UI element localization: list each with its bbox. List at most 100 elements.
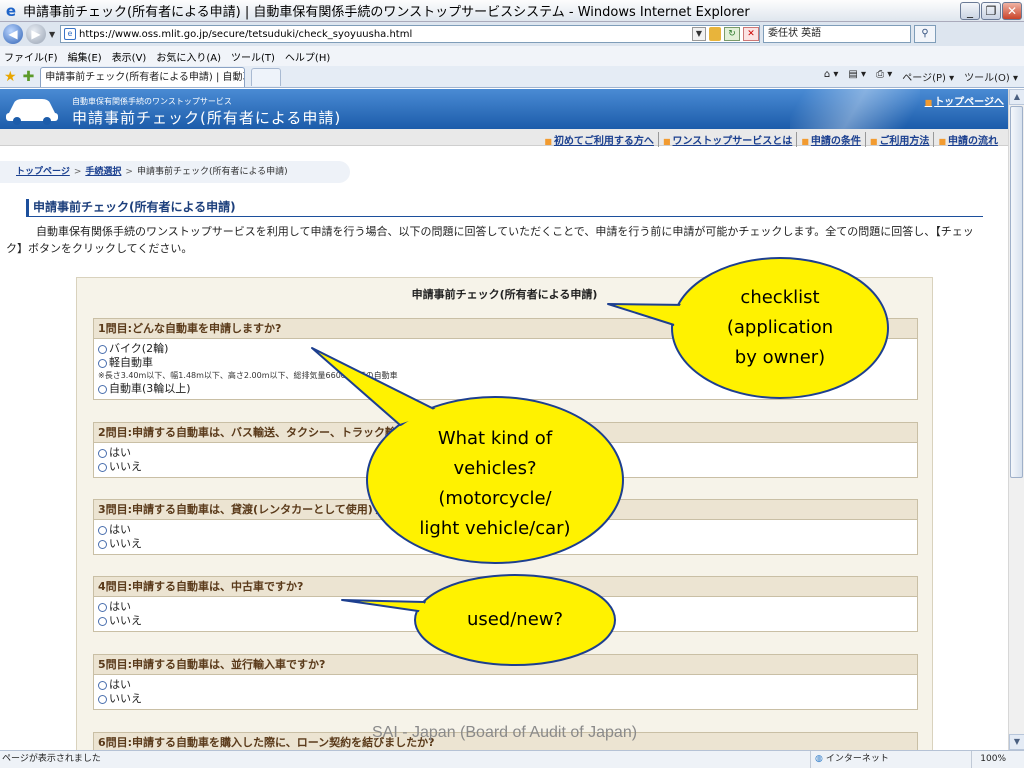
address-toolbar: ◀ ▶ ▼ e https://www.oss.mlit.go.jp/secur… bbox=[0, 22, 1024, 46]
minimize-button[interactable]: _ bbox=[960, 1, 980, 20]
site-subtitle: 自動車保有関係手続のワンストップサービス bbox=[72, 97, 232, 106]
menu-favorites[interactable]: お気に入り(A) bbox=[156, 49, 221, 64]
breadcrumb-separator-icon: > bbox=[73, 167, 82, 177]
breadcrumb: トップページ > 手続選択 > 申請事前チェック(所有者による申請) bbox=[0, 161, 350, 183]
option-label: 軽自動車 bbox=[109, 356, 153, 369]
breadcrumb-separator-icon: > bbox=[125, 167, 133, 177]
status-text: ページが表示されました bbox=[2, 754, 101, 764]
address-field[interactable]: e https://www.oss.mlit.go.jp/secure/tets… bbox=[60, 25, 760, 43]
callout-line: vehicles? bbox=[453, 458, 537, 479]
breadcrumb-current: 申請事前チェック(所有者による申請) bbox=[136, 167, 288, 177]
question-label: 5問目:申請する自動車は、並行輸入車ですか? bbox=[94, 655, 917, 675]
callout-checklist-text: checklist (application by owner) bbox=[690, 283, 870, 373]
scroll-down-icon[interactable]: ▼ bbox=[1009, 734, 1024, 750]
menu-help[interactable]: ヘルプ(H) bbox=[285, 49, 330, 64]
callout-line: (motorcycle/ bbox=[438, 488, 552, 509]
search-input[interactable]: 委任状 英語 bbox=[763, 25, 911, 43]
maximize-button[interactable]: ❐ bbox=[981, 1, 1001, 20]
subnav-flow[interactable]: 申請の流れ bbox=[933, 132, 1002, 147]
menu-tools[interactable]: ツール(T) bbox=[231, 49, 275, 64]
option-label: いいえ bbox=[109, 614, 142, 627]
ie-logo-icon: e bbox=[5, 1, 17, 20]
menu-view[interactable]: 表示(V) bbox=[112, 49, 147, 64]
radio-light-vehicle[interactable] bbox=[98, 358, 107, 368]
history-dropdown-icon[interactable]: ▼ bbox=[49, 30, 57, 39]
intro-text: 自動車保有関係手続のワンストップサービスを利用して申請を行う場合、以下の問題に回… bbox=[6, 225, 974, 255]
callout-vehicles-text: What kind of vehicles? (motorcycle/ ligh… bbox=[395, 424, 595, 544]
subnav-conditions[interactable]: 申請の条件 bbox=[796, 132, 865, 147]
menu-file[interactable]: ファイル(F) bbox=[4, 49, 58, 64]
car-logo-icon bbox=[6, 99, 58, 125]
status-bar: ページが表示されました インターネット 100% bbox=[0, 750, 1024, 768]
subnav-about[interactable]: ワンストップサービスとは bbox=[657, 132, 796, 147]
breadcrumb-home[interactable]: トップページ bbox=[16, 167, 70, 177]
option-label: 自動車(3輪以上) bbox=[109, 382, 191, 395]
radio-no[interactable] bbox=[98, 694, 107, 704]
menu-bar: ファイル(F) 編集(E) 表示(V) お気に入り(A) ツール(T) ヘルプ(… bbox=[0, 46, 1024, 66]
header-decoration bbox=[790, 89, 920, 129]
zoom-level[interactable]: 100% bbox=[971, 751, 1024, 768]
option-label: はい bbox=[109, 523, 131, 536]
radio-no[interactable] bbox=[98, 616, 107, 626]
scroll-up-icon[interactable]: ▲ bbox=[1009, 89, 1024, 105]
radio-car[interactable] bbox=[98, 384, 107, 394]
option-label: はい bbox=[109, 678, 131, 691]
radio-motorcycle[interactable] bbox=[98, 344, 107, 354]
breadcrumb-step[interactable]: 手続選択 bbox=[85, 167, 121, 177]
callout-line: (application bbox=[726, 317, 834, 338]
subnav-usage[interactable]: ご利用方法 bbox=[864, 132, 934, 147]
subnav-first-time[interactable]: 初めてご利用する方へ bbox=[540, 132, 658, 147]
option-label: はい bbox=[109, 446, 131, 459]
radio-no[interactable] bbox=[98, 539, 107, 549]
forward-button[interactable]: ▶ bbox=[26, 24, 46, 44]
page-viewport: 自動車保有関係手続のワンストップサービス 申請事前チェック(所有者による申請) … bbox=[0, 89, 1008, 750]
page-icon: e bbox=[64, 28, 76, 40]
vertical-scrollbar[interactable]: ▲ ▼ bbox=[1008, 89, 1024, 750]
tools-menu[interactable]: ツール(O) ▾ bbox=[964, 69, 1018, 84]
refresh-button[interactable]: ↻ bbox=[724, 27, 740, 41]
callout-line: light vehicle/car) bbox=[419, 518, 571, 539]
window-titlebar: e 申請事前チェック(所有者による申請) | 自動車保有関係手続のワンストップサ… bbox=[0, 0, 1024, 22]
window-title: 申請事前チェック(所有者による申請) | 自動車保有関係手続のワンストップサービ… bbox=[23, 5, 750, 20]
feeds-icon[interactable]: ▤ ▾ bbox=[848, 69, 866, 84]
radio-yes[interactable] bbox=[98, 525, 107, 535]
option-label: いいえ bbox=[109, 537, 142, 550]
site-title: 申請事前チェック(所有者による申請) bbox=[72, 109, 342, 127]
stop-button[interactable]: ✕ bbox=[743, 27, 759, 41]
tab-bar: ★ ✚ 申請事前チェック(所有者による申請) | 自動車... ⌂ ▾ ▤ ▾ … bbox=[0, 66, 1024, 88]
back-button[interactable]: ◀ bbox=[3, 24, 23, 44]
question-label: 4問目:申請する自動車は、中古車ですか? bbox=[94, 577, 917, 597]
page-heading: 申請事前チェック(所有者による申請) bbox=[26, 199, 983, 217]
callout-line: What kind of bbox=[437, 428, 553, 449]
menu-edit[interactable]: 編集(E) bbox=[68, 49, 102, 64]
option-label: はい bbox=[109, 600, 131, 613]
url-text[interactable]: https://www.oss.mlit.go.jp/secure/tetsud… bbox=[79, 29, 689, 40]
browser-tab[interactable]: 申請事前チェック(所有者による申請) | 自動車... bbox=[40, 66, 246, 87]
site-header: 自動車保有関係手続のワンストップサービス 申請事前チェック(所有者による申請) … bbox=[0, 89, 1008, 129]
new-tab-button[interactable] bbox=[251, 67, 282, 86]
subnav: 初めてご利用する方へ ワンストップサービスとは 申請の条件 ご利用方法 申請の流… bbox=[540, 132, 1002, 147]
radio-yes[interactable] bbox=[98, 680, 107, 690]
radio-yes[interactable] bbox=[98, 448, 107, 458]
internet-zone: インターネット bbox=[810, 751, 940, 768]
callout-line: by owner) bbox=[734, 347, 826, 368]
watermark-text: SAI - Japan (Board of Audit of Japan) bbox=[372, 724, 638, 741]
home-icon[interactable]: ⌂ ▾ bbox=[824, 69, 839, 84]
top-page-link[interactable]: トップページへ bbox=[925, 93, 1004, 108]
lock-icon[interactable] bbox=[709, 27, 721, 41]
callout-used-text: used/new? bbox=[435, 605, 595, 635]
close-button[interactable]: ✕ bbox=[1002, 1, 1022, 20]
add-favorite-icon[interactable]: ✚ bbox=[23, 70, 35, 84]
option-label: いいえ bbox=[109, 692, 142, 705]
radio-yes[interactable] bbox=[98, 602, 107, 612]
page-menu[interactable]: ページ(P) ▾ bbox=[902, 69, 954, 84]
callout-line: checklist bbox=[740, 287, 820, 308]
option-label: バイク(2輪) bbox=[109, 342, 169, 355]
question-5: 5問目:申請する自動車は、並行輸入車ですか? はい いいえ bbox=[93, 654, 918, 710]
scroll-thumb[interactable] bbox=[1010, 106, 1023, 478]
address-dropdown-icon[interactable]: ▼ bbox=[692, 27, 706, 41]
favorites-star-icon[interactable]: ★ bbox=[4, 70, 17, 84]
search-icon[interactable]: ⚲ bbox=[914, 25, 936, 43]
print-icon[interactable]: ⎙ ▾ bbox=[876, 69, 892, 84]
radio-no[interactable] bbox=[98, 462, 107, 472]
